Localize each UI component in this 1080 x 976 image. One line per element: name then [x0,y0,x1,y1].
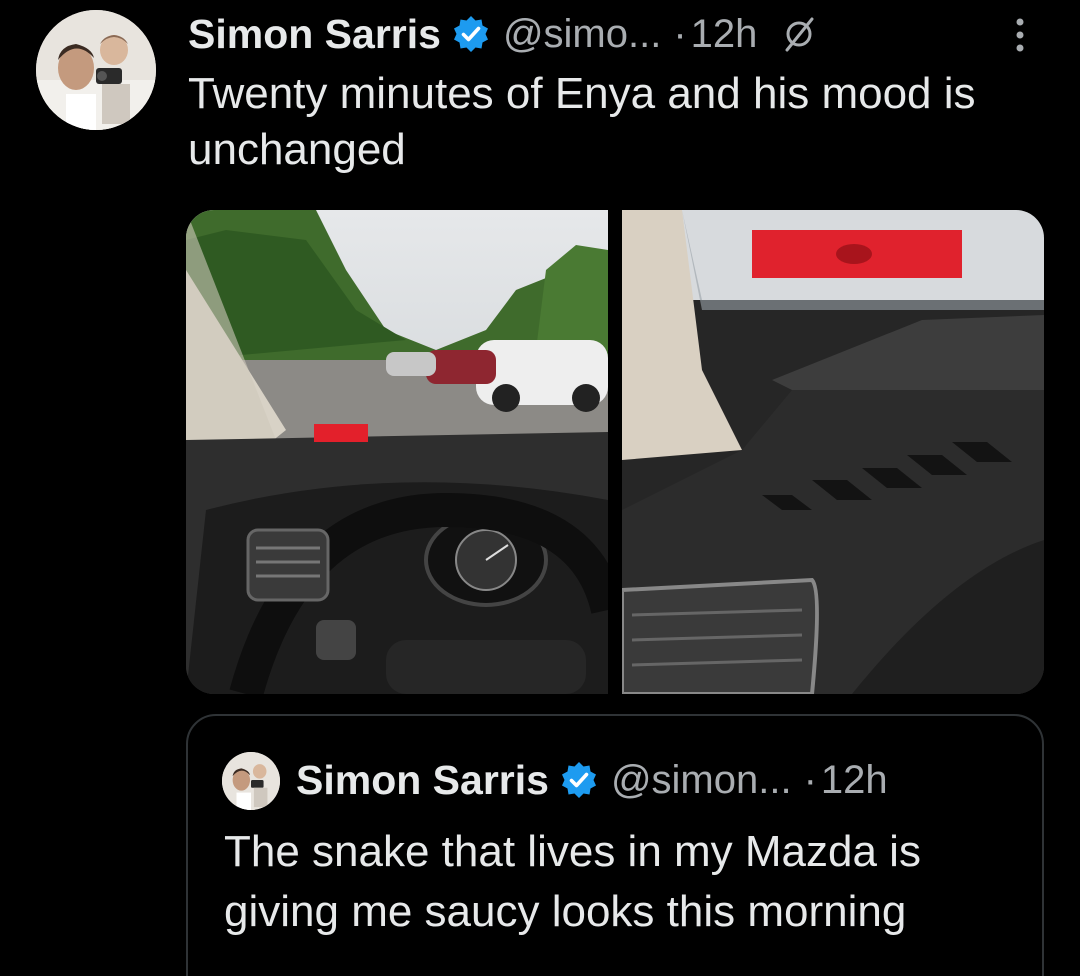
more-vertical-icon[interactable] [1008,10,1032,58]
no-edit-icon [779,14,819,54]
quoted-tweet[interactable]: Simon Sarris @simon... · 12h The snake t… [186,714,1044,976]
verified-badge-icon [559,760,599,800]
tweet-media-grid [186,210,1044,694]
separator-dot: · [803,757,817,802]
tweet-header: Simon Sarris @simo... · 12h [188,6,1048,62]
author-avatar[interactable] [36,10,156,130]
tweet-text: Twenty minutes of Enya and his mood is u… [188,69,976,174]
quoted-tweet-header: Simon Sarris @simon... · 12h [296,750,888,810]
car-windshield-parking-lot-photo[interactable] [186,210,608,694]
quoted-author-name: Simon Sarris [296,756,549,803]
tweet: Simon Sarris @simo... · 12h Twenty minut… [0,0,1080,976]
verified-badge-icon [451,14,491,54]
tweet-time[interactable]: 12h [691,12,758,57]
separator-dot: · [673,11,687,56]
quoted-author-avatar [222,752,280,810]
quoted-tweet-text: The snake that lives in my Mazda is givi… [224,827,921,936]
quoted-author-handle: @simon... [610,757,792,802]
author-handle[interactable]: @simo... [503,12,661,57]
car-dashboard-vent-photo[interactable] [622,210,1044,694]
quoted-tweet-time: 12h [820,757,888,802]
author-name[interactable]: Simon Sarris [188,11,441,58]
